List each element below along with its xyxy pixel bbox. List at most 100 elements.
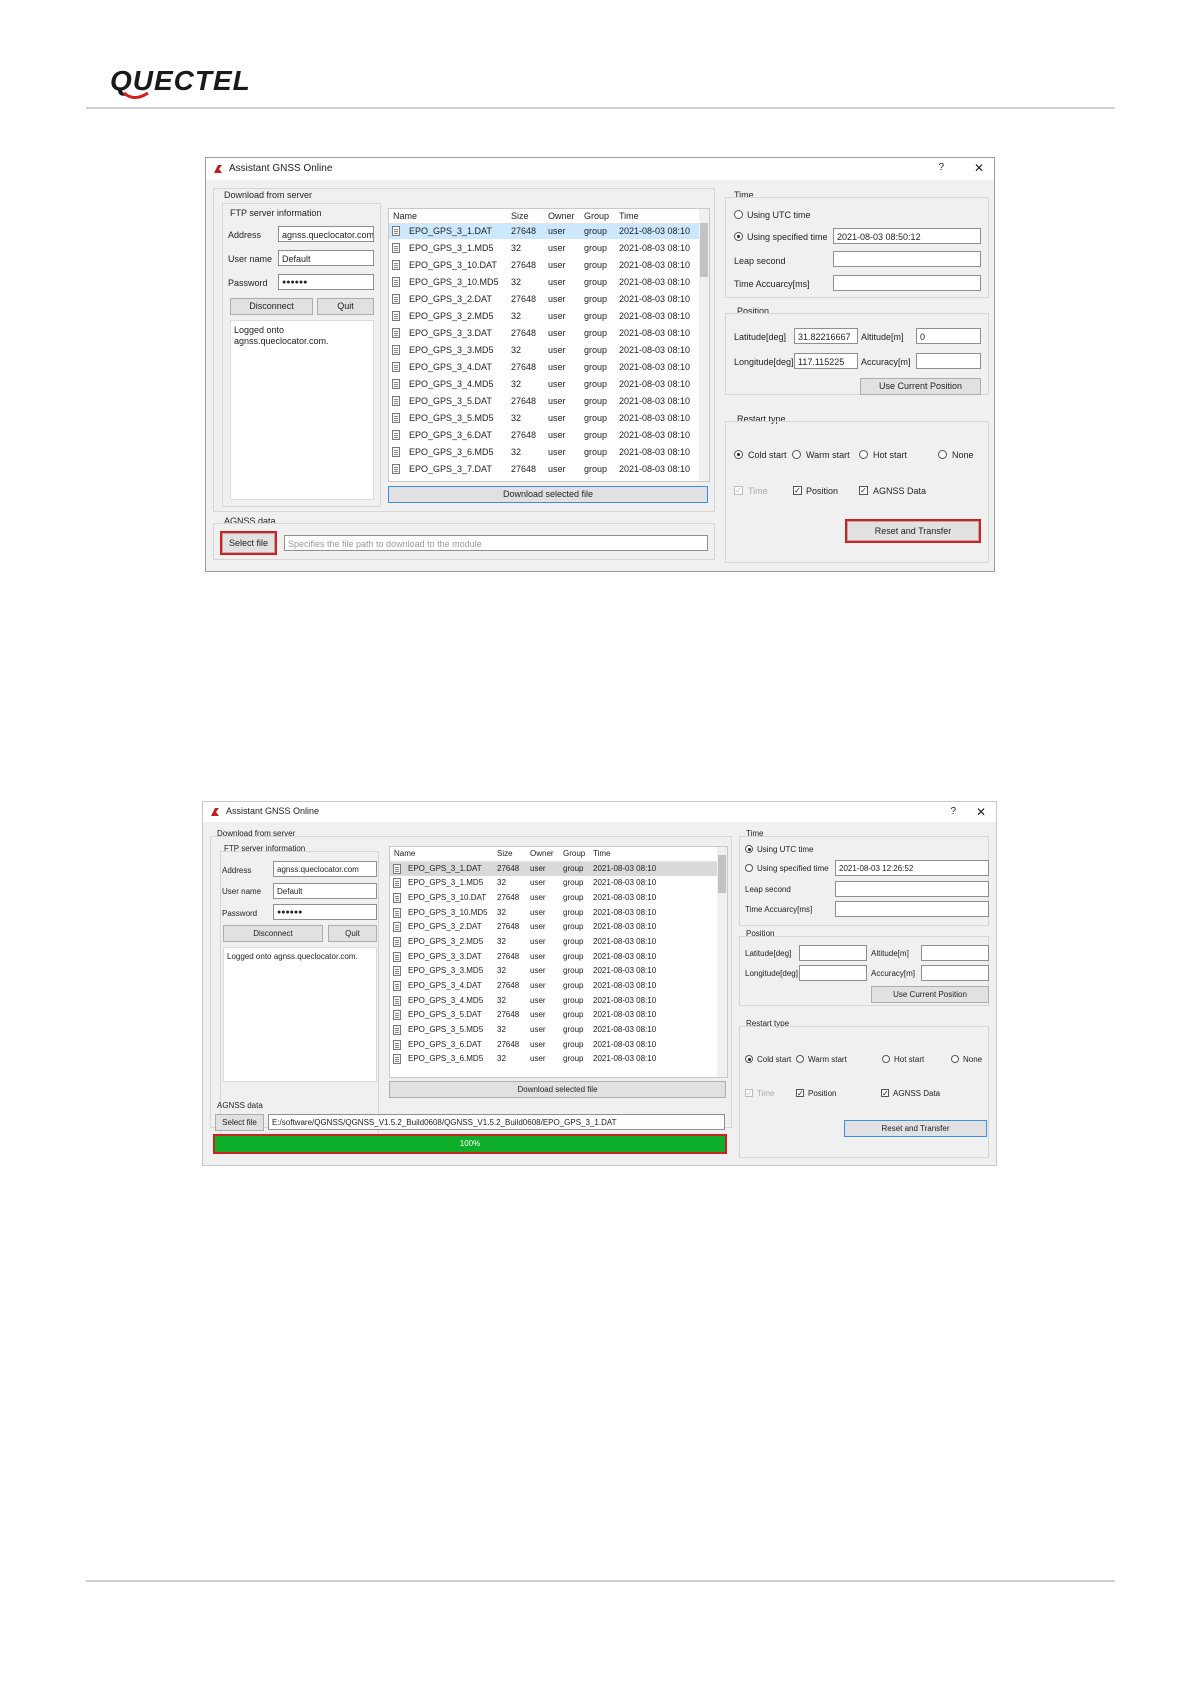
latitude-input[interactable] xyxy=(799,945,867,961)
file-row[interactable]: EPO_GPS_3_5.MD5 32 user group 2021-08-03 08:… xyxy=(390,1023,717,1037)
agnss-data-checkbox[interactable]: ✓ xyxy=(881,1089,889,1098)
col-group[interactable]: Group xyxy=(563,849,585,858)
col-time[interactable]: Time xyxy=(619,211,639,221)
file-row[interactable]: EPO_GPS_3_2.DAT 27648 user group 2021-08-03 … xyxy=(390,920,717,934)
file-row[interactable]: EPO_GPS_3_4.MD5 32 user group 2021-08-03 08:… xyxy=(389,377,699,392)
scroll-thumb[interactable] xyxy=(700,223,708,277)
file-row[interactable]: EPO_GPS_3_4.DAT 27648 user group 2021-08-03 … xyxy=(389,360,699,375)
scroll-thumb[interactable] xyxy=(718,855,726,893)
file-row[interactable]: EPO_GPS_3_4.MD5 32 user group 2021-08-03 08:… xyxy=(390,994,717,1008)
file-list-scrollbar[interactable] xyxy=(699,209,709,481)
file-row[interactable]: EPO_GPS_3_6.DAT 27648 user group 2021-08-03 … xyxy=(389,428,699,443)
file-row[interactable]: EPO_GPS_3_1.DAT 27648 user group 2021-08-03 … xyxy=(389,224,699,239)
file-list[interactable]: Name Size Owner Group Time EPO_GPS_3_1.D… xyxy=(388,208,710,482)
col-owner[interactable]: Owner xyxy=(548,211,575,221)
file-row[interactable]: EPO_GPS_3_10.MD5 32 user group 2021-08-03 08… xyxy=(389,275,699,290)
col-name[interactable]: Name xyxy=(394,849,415,858)
close-icon[interactable]: ✕ xyxy=(974,161,984,175)
file-row[interactable]: EPO_GPS_3_5.DAT 27648 user group 2021-08-03 … xyxy=(390,1008,717,1022)
position-checkbox[interactable]: ✓ xyxy=(793,486,802,495)
cold-start-radio[interactable] xyxy=(745,1055,753,1063)
col-size[interactable]: Size xyxy=(497,849,513,858)
col-size[interactable]: Size xyxy=(511,211,529,221)
close-icon[interactable]: ✕ xyxy=(976,805,986,819)
file-row[interactable]: EPO_GPS_3_4.DAT 27648 user group 2021-08-03 … xyxy=(390,979,717,993)
file-row[interactable]: EPO_GPS_3_3.MD5 32 user group 2021-08-03 08:… xyxy=(389,343,699,358)
reset-and-transfer-button[interactable]: Reset and Transfer xyxy=(844,1120,987,1137)
col-name[interactable]: Name xyxy=(393,211,417,221)
file-row[interactable]: EPO_GPS_3_2.DAT 27648 user group 2021-08-03 … xyxy=(389,292,699,307)
none-radio[interactable] xyxy=(938,450,947,459)
longitude-input[interactable] xyxy=(799,965,867,981)
address-input[interactable]: agnss.queclocator.com xyxy=(273,861,377,877)
file-row[interactable]: EPO_GPS_3_1.MD5 32 user group 2021-08-03 08:… xyxy=(390,876,717,890)
longitude-input[interactable]: 117.115225 xyxy=(794,353,858,369)
use-current-position-button[interactable]: Use Current Position xyxy=(871,986,989,1003)
address-input[interactable]: agnss.queclocator.com xyxy=(278,226,374,242)
none-radio[interactable] xyxy=(951,1055,959,1063)
utc-time-radio[interactable] xyxy=(734,210,743,219)
file-row[interactable]: EPO_GPS_3_10.MD5 32 user group 2021-08-03 08… xyxy=(390,906,717,920)
username-input[interactable]: Default xyxy=(273,883,377,899)
file-row[interactable]: EPO_GPS_3_10.DAT 27648 user group 2021-08-03… xyxy=(390,891,717,905)
cold-start-radio[interactable] xyxy=(734,450,743,459)
use-current-position-button[interactable]: Use Current Position xyxy=(860,378,981,395)
utc-time-radio[interactable] xyxy=(745,845,753,853)
file-path-input[interactable]: E:/software/QGNSS/QGNSS_V1.5.2_Build0608… xyxy=(268,1114,725,1130)
time-accuracy-input[interactable] xyxy=(835,901,989,917)
file-row[interactable]: EPO_GPS_3_6.MD5 32 user group 2021-08-03 08:… xyxy=(389,445,699,460)
leap-second-input[interactable] xyxy=(835,881,989,897)
specified-time-input[interactable]: 2021-08-03 08:50:12 xyxy=(833,228,981,244)
password-input[interactable]: ●●●●●● xyxy=(273,904,377,920)
specified-time-radio[interactable] xyxy=(745,864,753,872)
reset-and-transfer-button[interactable]: Reset and Transfer xyxy=(845,519,981,543)
hot-start-radio[interactable] xyxy=(882,1055,890,1063)
file-row[interactable]: EPO_GPS_3_5.DAT 27648 user group 2021-08-03 … xyxy=(389,394,699,409)
file-row[interactable]: EPO_GPS_3_3.DAT 27648 user group 2021-08-03 … xyxy=(390,950,717,964)
help-button[interactable]: ? xyxy=(938,162,944,173)
file-path-input[interactable]: Specifies the file path to download to t… xyxy=(284,535,708,551)
file-row[interactable]: EPO_GPS_3_2.MD5 32 user group 2021-08-03 08:… xyxy=(389,309,699,324)
hot-start-radio[interactable] xyxy=(859,450,868,459)
download-selected-button[interactable]: Download selected file xyxy=(389,1081,726,1098)
altitude-input[interactable] xyxy=(921,945,989,961)
disconnect-button[interactable]: Disconnect xyxy=(223,925,323,942)
position-accuracy-input[interactable] xyxy=(916,353,981,369)
file-row[interactable]: EPO_GPS_3_2.MD5 32 user group 2021-08-03 08:… xyxy=(390,935,717,949)
download-selected-button[interactable]: Download selected file xyxy=(388,486,708,503)
leap-second-input[interactable] xyxy=(833,251,981,267)
file-list[interactable]: Name Size Owner Group Time EPO_GPS_3_1.D… xyxy=(389,846,728,1078)
quit-button[interactable]: Quit xyxy=(328,925,377,942)
password-input[interactable]: ●●●●●● xyxy=(278,274,374,290)
position-checkbox[interactable]: ✓ xyxy=(796,1089,804,1098)
warm-start-radio[interactable] xyxy=(796,1055,804,1063)
file-row[interactable]: EPO_GPS_3_1.MD5 32 user group 2021-08-03 08:… xyxy=(389,241,699,256)
quit-button[interactable]: Quit xyxy=(317,298,374,315)
file-row[interactable]: EPO_GPS_3_5.MD5 32 user group 2021-08-03 08:… xyxy=(389,411,699,426)
file-list-scrollbar[interactable] xyxy=(717,847,727,1077)
specified-time-radio[interactable] xyxy=(734,232,743,241)
username-input[interactable]: Default xyxy=(278,250,374,266)
time-accuracy-input[interactable] xyxy=(833,275,981,291)
warm-start-radio[interactable] xyxy=(792,450,801,459)
position-accuracy-input[interactable] xyxy=(921,965,989,981)
file-row[interactable]: EPO_GPS_3_6.MD5 32 user group 2021-08-03 08:… xyxy=(390,1052,717,1066)
latitude-input[interactable]: 31.82216667 xyxy=(794,328,858,344)
col-time[interactable]: Time xyxy=(593,849,610,858)
file-row[interactable]: EPO_GPS_3_3.MD5 32 user group 2021-08-03 08:… xyxy=(390,964,717,978)
col-group[interactable]: Group xyxy=(584,211,609,221)
specified-time-input[interactable]: 2021-08-03 12:26:52 xyxy=(835,860,989,876)
file-row[interactable]: EPO_GPS_3_10.DAT 27648 user group 2021-08-03… xyxy=(389,258,699,273)
altitude-input[interactable]: 0 xyxy=(916,328,981,344)
file-row[interactable]: EPO_GPS_3_7.DAT 27648 user group 2021-08-03 … xyxy=(389,462,699,477)
help-button[interactable]: ? xyxy=(950,806,956,817)
time-checkbox: ✓ xyxy=(734,486,743,495)
file-row[interactable]: EPO_GPS_3_3.DAT 27648 user group 2021-08-03 … xyxy=(389,326,699,341)
select-file-button[interactable]: Select file xyxy=(215,1114,264,1131)
disconnect-button[interactable]: Disconnect xyxy=(230,298,313,315)
file-row[interactable]: EPO_GPS_3_1.DAT 27648 user group 2021-08-03 … xyxy=(390,862,717,876)
select-file-button[interactable]: Select file xyxy=(220,531,277,555)
file-row[interactable]: EPO_GPS_3_6.DAT 27648 user group 2021-08-03 … xyxy=(390,1038,717,1052)
agnss-data-checkbox[interactable]: ✓ xyxy=(859,486,868,495)
col-owner[interactable]: Owner xyxy=(530,849,554,858)
